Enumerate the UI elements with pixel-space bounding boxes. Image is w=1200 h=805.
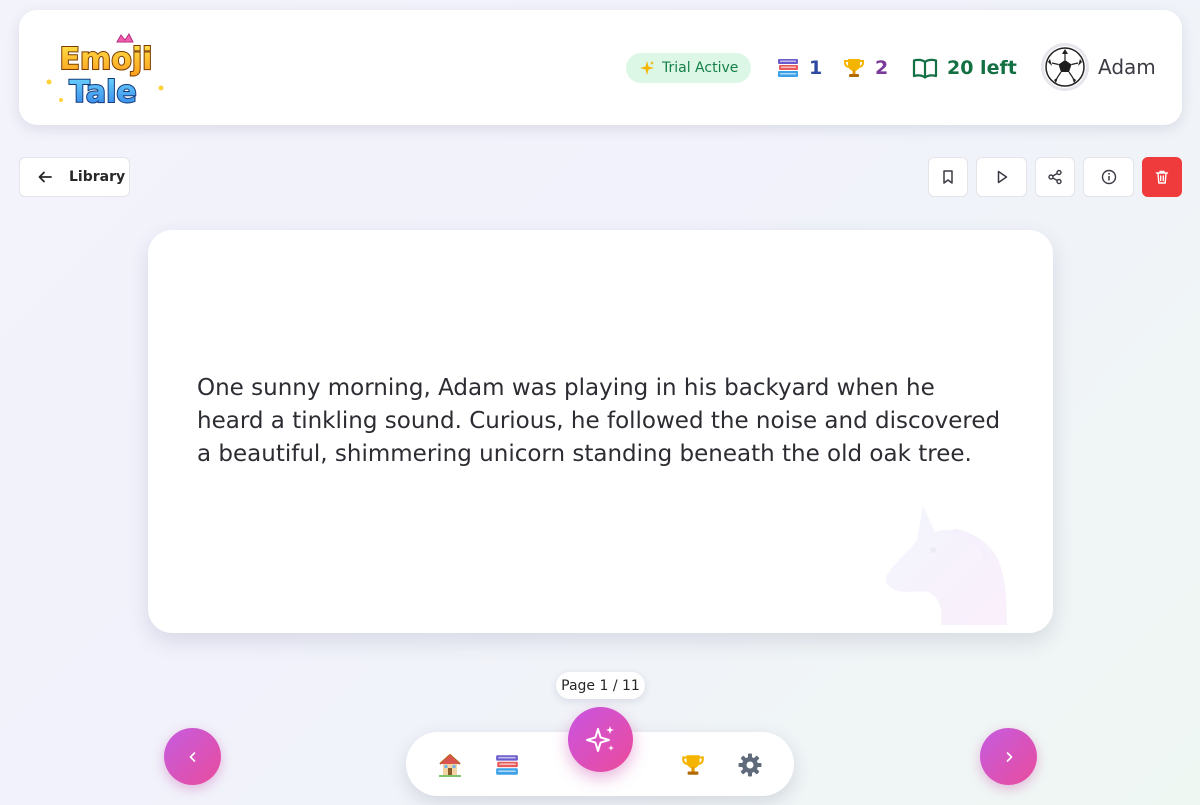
user-profile[interactable]: Adam bbox=[1044, 46, 1156, 88]
story-page-card: One sunny morning, Adam was playing in h… bbox=[148, 230, 1053, 633]
next-page-button[interactable] bbox=[980, 728, 1037, 785]
trial-badge-label: Trial Active bbox=[662, 60, 739, 76]
logo-text-line2: Tale bbox=[69, 75, 136, 110]
sparkle-icon bbox=[640, 61, 654, 75]
trophies-count: 2 bbox=[875, 57, 889, 79]
logo-text-line1: Emoji bbox=[60, 42, 153, 77]
books-icon bbox=[778, 59, 798, 77]
page-indicator: Page 1 / 11 bbox=[556, 672, 645, 699]
library-button-label: Library bbox=[69, 169, 126, 185]
share-icon bbox=[1048, 169, 1062, 185]
chevron-left-icon bbox=[189, 751, 195, 762]
books-icon bbox=[496, 755, 518, 775]
app-header: Emoji Tale Trial Active 1 2 20 left Adam bbox=[19, 10, 1182, 125]
delete-button[interactable] bbox=[1142, 157, 1182, 197]
magic-sparkle-icon bbox=[585, 725, 614, 752]
arrow-left-icon bbox=[38, 171, 52, 183]
share-button[interactable] bbox=[1035, 157, 1075, 197]
soccer-ball-icon bbox=[1045, 47, 1085, 87]
back-to-library-button[interactable]: Library bbox=[19, 157, 130, 197]
play-button[interactable] bbox=[976, 157, 1027, 197]
trial-status-badge: Trial Active bbox=[626, 53, 752, 83]
info-icon bbox=[1101, 169, 1116, 185]
dock-home-button[interactable] bbox=[435, 750, 465, 780]
trophy-icon bbox=[682, 755, 704, 775]
home-icon bbox=[439, 754, 461, 777]
play-icon bbox=[997, 170, 1007, 184]
unicorn-icon bbox=[885, 506, 1007, 625]
books-count: 1 bbox=[809, 57, 823, 79]
bookmark-icon bbox=[943, 170, 953, 184]
books-stat: 1 bbox=[776, 50, 822, 86]
open-book-icon bbox=[912, 58, 938, 79]
avatar[interactable] bbox=[1044, 46, 1086, 88]
previous-page-button[interactable] bbox=[164, 728, 221, 785]
trash-icon bbox=[1155, 170, 1169, 184]
pages-left-count: 20 left bbox=[947, 57, 1017, 79]
chevron-right-icon bbox=[1006, 751, 1012, 762]
story-text: One sunny morning, Adam was playing in h… bbox=[197, 375, 1001, 467]
bookmark-button[interactable] bbox=[928, 157, 968, 197]
pages-left-stat: 20 left bbox=[912, 50, 1017, 86]
emoji-tale-logo[interactable]: Emoji Tale bbox=[41, 32, 171, 110]
gear-icon bbox=[738, 753, 762, 777]
dock-trophies-button[interactable] bbox=[678, 750, 708, 780]
create-story-magic-button[interactable] bbox=[568, 707, 633, 772]
trophies-stat: 2 bbox=[842, 50, 888, 86]
dock-settings-button[interactable] bbox=[735, 750, 765, 780]
user-name: Adam bbox=[1098, 55, 1156, 79]
info-button[interactable] bbox=[1083, 157, 1134, 197]
trophy-icon bbox=[844, 59, 864, 77]
dock-books-button[interactable] bbox=[492, 750, 522, 780]
